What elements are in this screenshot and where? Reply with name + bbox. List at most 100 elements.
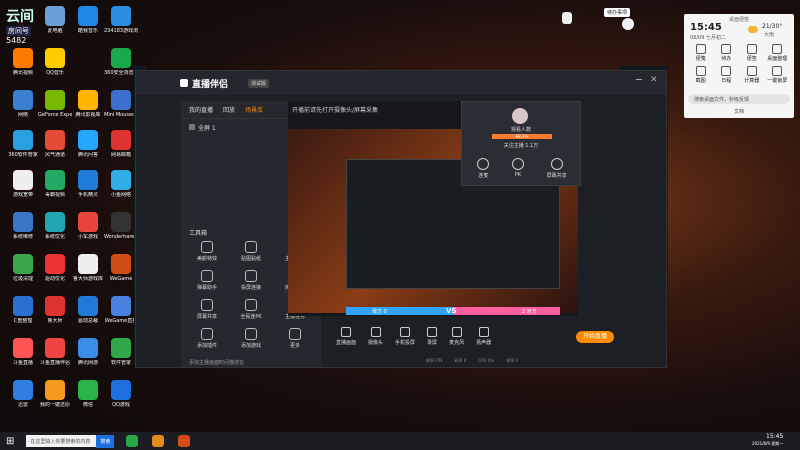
desktop-icon[interactable]: 我的一键还原 (38, 380, 72, 408)
desktop-icon[interactable]: 小车游戏 (71, 212, 105, 240)
app-icon (78, 254, 98, 274)
app-icon (111, 48, 131, 68)
desktop-icon[interactable]: 驱动总裁 (71, 296, 105, 324)
tool-button[interactable]: 屏幕共享 (185, 299, 229, 320)
app-icon (78, 90, 98, 110)
desktop-icon[interactable]: 腾讯网游 (71, 338, 105, 366)
desktop-icon-label: 234183游戏浏览器 (104, 28, 138, 34)
tool-button[interactable]: 弹幕助手 (185, 270, 229, 291)
desktop-icon[interactable]: 斗鱼直播伴侣 (38, 338, 72, 366)
desktop-icon[interactable]: C盘整理 (6, 296, 40, 324)
pet-widget[interactable]: 待办事项 (560, 6, 640, 30)
desktop-icon[interactable]: GeForce Experience (38, 90, 72, 118)
desktop-icon[interactable]: 234183游戏浏览器 (104, 6, 138, 34)
desktop-icon[interactable]: 腾讯影视库 (71, 90, 105, 118)
control-button[interactable]: 麦克风 (449, 327, 464, 346)
desktop-icon[interactable]: Wonderhare Filmora (104, 212, 138, 240)
panel-button[interactable]: 便签 (739, 44, 765, 62)
desktop-icon[interactable]: 腾讯视频 (6, 48, 40, 76)
desktop-icon[interactable]: 游戏宽带 (6, 170, 40, 198)
app-icon (13, 170, 33, 190)
taskbar-search-button[interactable]: 搜索 (96, 434, 115, 448)
panel-button[interactable]: 便笺 (688, 44, 714, 62)
desktop-icon-label: 软件管家 (110, 360, 131, 366)
desktop-icon[interactable]: 微信 (71, 380, 105, 408)
taskbar-app-icon[interactable] (178, 435, 191, 447)
desktop-icon[interactable]: 网易邮箱 (104, 130, 138, 158)
close-icon[interactable]: ✕ (650, 75, 658, 85)
taskbar-app-icons[interactable] (126, 435, 191, 447)
minimize-icon[interactable] (636, 79, 642, 80)
popup-action-label: PK (514, 172, 522, 178)
desktop-icon[interactable]: 小鱼网络 (104, 170, 138, 198)
popup-action[interactable]: 屏幕共享 (547, 158, 567, 179)
desktop-icon[interactable]: 手机精灵 (71, 170, 105, 198)
desktop-icon[interactable]: 网络 (6, 90, 40, 118)
tool-button[interactable]: 添加插件 (185, 328, 229, 349)
desktop-icon[interactable]: QQ游戏 (104, 380, 138, 408)
desktop-icon[interactable]: 系统优化 (38, 212, 72, 240)
tool-button[interactable]: 投屏连接 (229, 270, 273, 291)
desktop-icon[interactable]: 迅雷 (6, 380, 40, 408)
control-button[interactable]: 手机投屏 (395, 327, 415, 346)
desktop-icon-label: WeGame (109, 276, 133, 282)
desktop-icon[interactable]: 系统维修 (6, 212, 40, 240)
popup-actions: 连麦 PK 屏幕共享 (466, 158, 578, 179)
tool-button[interactable]: 添加游戏 (229, 328, 273, 349)
desktop-icon[interactable]: 斗鱼直播 (6, 338, 40, 366)
desktop-icon[interactable]: 此电脑 (38, 6, 72, 34)
panel-button[interactable]: 桌面整理 (765, 44, 791, 62)
pet-icon[interactable] (562, 12, 572, 24)
tab-replay[interactable]: 回放 (223, 105, 235, 114)
desktop-icon[interactable]: Mini Mouseover (104, 90, 138, 118)
desktop-icon[interactable]: 风气通道 (38, 130, 72, 158)
popup-action[interactable]: PK (511, 158, 524, 179)
control-button[interactable]: 扬声器 (476, 327, 491, 346)
desktop-icon[interactable]: WeGame直播 (104, 296, 138, 324)
tab-scenes[interactable]: 场景库 (245, 105, 263, 114)
panel-button[interactable]: 截图 (688, 66, 714, 84)
control-icon (370, 327, 381, 337)
panel-button[interactable]: 日程 (714, 66, 740, 84)
tool-button[interactable]: 全民连PK (229, 299, 273, 320)
taskbar-app-icon[interactable] (126, 435, 139, 447)
taskbar-search-text: 在这里输入你要搜索的内容 (30, 439, 91, 445)
status-item: 码率 0 (454, 358, 467, 363)
tool-button[interactable]: 美颜特效 (185, 241, 229, 262)
desktop-icon[interactable]: 垃圾清理 (6, 254, 40, 282)
desktop-icon-label: C盘整理 (13, 318, 33, 324)
control-button[interactable]: 录屏 (427, 327, 437, 346)
desktop-icon[interactable]: 鲁大师游戏库 (71, 254, 105, 282)
panel-footer[interactable]: 文档 (684, 108, 794, 115)
popup-action[interactable]: 连麦 (477, 158, 490, 179)
app-icon (111, 90, 131, 110)
app-icon (13, 338, 33, 358)
desktop-icon[interactable]: 腾讯问答 (71, 130, 105, 158)
desktop-icon[interactable]: 360安全浏览器 (104, 48, 138, 76)
desktop-icon[interactable]: 毒霸视频 (38, 170, 72, 198)
panel-button[interactable]: 待办 (714, 44, 740, 62)
tool-button[interactable]: 贴图贴纸 (229, 241, 273, 262)
start-icon[interactable]: ⊞ (6, 436, 14, 447)
taskbar-search[interactable]: 在这里输入你要搜索的内容 (26, 435, 97, 447)
panel-button[interactable]: 计算器 (739, 66, 765, 84)
desktop-icon[interactable]: 360软件管家 (6, 130, 40, 158)
desktop-icon[interactable]: 酷我音乐 (71, 6, 105, 34)
desktop-icon[interactable]: 鲁大师 (38, 296, 72, 324)
user-avatar[interactable] (512, 108, 528, 124)
tool-button[interactable]: 更多 (273, 328, 317, 349)
start-live-button[interactable]: 开始直播 (576, 331, 614, 343)
control-button[interactable]: 摄像头 (368, 327, 383, 346)
desktop-icon-label: 鲁大师游戏库 (72, 276, 103, 282)
panel-search[interactable]: 搜索桌面文件，秒级反馈 (688, 94, 790, 104)
desktop-icon[interactable]: 驱动优化 (38, 254, 72, 282)
control-button[interactable]: 直播画面 (336, 327, 356, 346)
tool-label: 全民连PK (240, 314, 262, 320)
taskbar-app-icon[interactable] (152, 435, 165, 447)
desktop-icon[interactable]: 软件管家 (104, 338, 138, 366)
cat-icon[interactable] (622, 18, 634, 30)
desktop-icon[interactable]: QQ音乐 (38, 48, 72, 76)
desktop-icon[interactable]: WeGame (104, 254, 138, 282)
panel-button[interactable]: 一键锁屏 (765, 66, 791, 84)
tab-my-live[interactable]: 我的直播 (189, 105, 213, 114)
